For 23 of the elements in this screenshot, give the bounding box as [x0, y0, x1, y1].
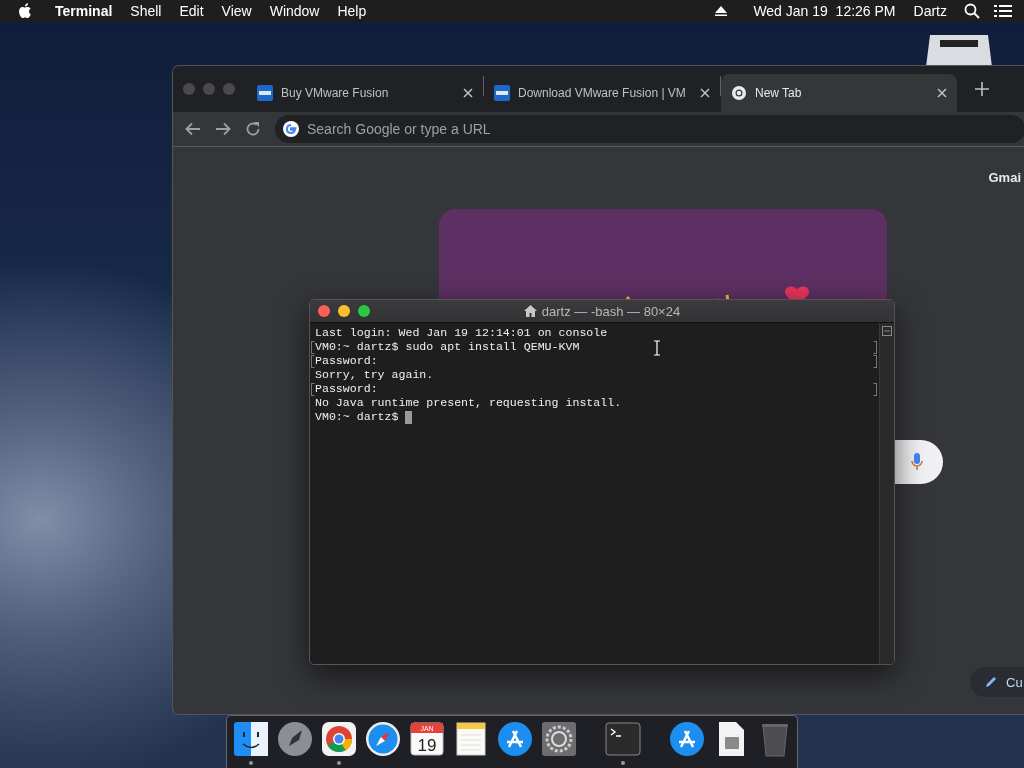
terminal-line: Password: [315, 382, 378, 396]
app-menu[interactable]: Terminal [46, 3, 122, 19]
menu-item[interactable]: Edit [170, 3, 213, 19]
browser-tab[interactable]: Buy VMware Fusion [247, 74, 483, 112]
menu-item[interactable]: Shell [121, 3, 171, 19]
calendar-day: 19 [417, 736, 437, 755]
browser-tab[interactable]: Download VMware Fusion | VM [484, 74, 720, 112]
window-title: dartz — -bash — 80×24 [541, 303, 681, 319]
gmail-link[interactable]: Gmai [988, 170, 1021, 185]
user-name[interactable]: Dartz [904, 3, 956, 19]
menu-item[interactable]: Window [260, 3, 329, 19]
terminal-line: No Java runtime present, requesting install. [315, 396, 622, 410]
terminal-line: VM0:~ dartz$ [315, 410, 400, 424]
menu-item[interactable]: View [212, 3, 261, 19]
terminal-line: VM0:~ dartz$ sudo apt install QEMU-KVM [315, 340, 580, 354]
terminal-line: Sorry, try again. [315, 368, 434, 382]
address-bar[interactable]: Search Google or type a URL [275, 115, 1024, 143]
menubar-clock[interactable]: Wed Jan 19 12:26 PM [744, 3, 905, 19]
customize-button[interactable]: Cu [970, 667, 1024, 697]
browser-tab[interactable]: New Tab [721, 74, 957, 112]
menu-item[interactable]: Help [328, 3, 376, 19]
terminal-line: Password: [315, 354, 378, 368]
terminal-line: Last login: Wed Jan 19 12:14:01 on console [315, 326, 608, 340]
